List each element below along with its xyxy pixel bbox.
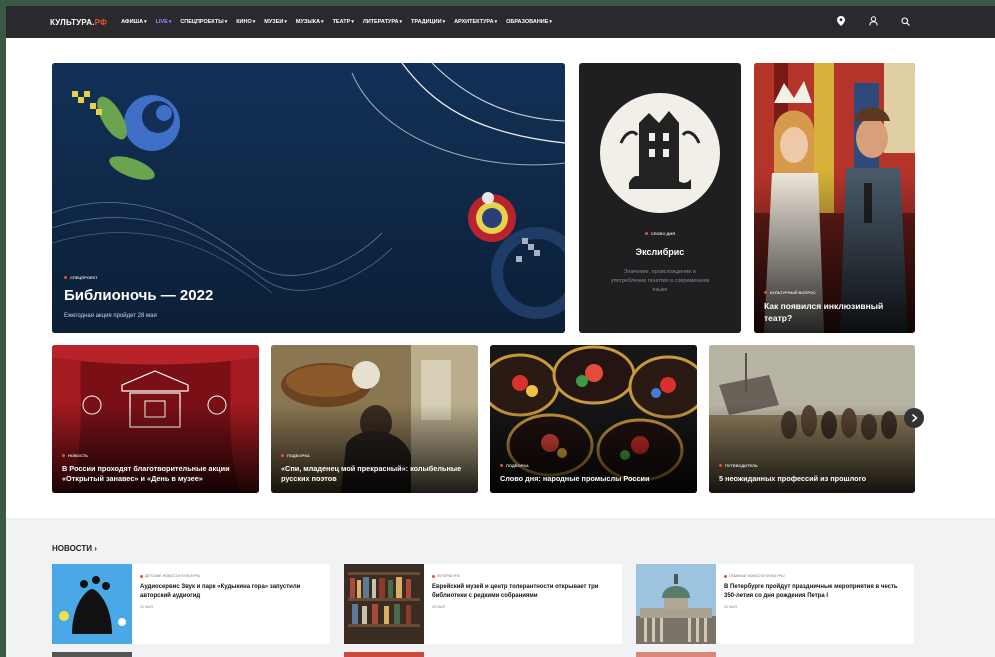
theatre-title: Как появился инклюзивный театр? bbox=[764, 301, 884, 323]
news-date: 25 мая bbox=[432, 605, 445, 609]
hero-card-biblionoch[interactable]: Спецпроект Библионочь — 2022 Ежегодная а… bbox=[52, 63, 565, 333]
news-section: НОВОСТИ › Детские новости культуры Аудио… bbox=[6, 518, 995, 657]
promysly-body: Подборка Слово дня: народные промыслы Ро… bbox=[500, 463, 687, 484]
news-thumb-cathedral bbox=[636, 564, 716, 644]
professii-tag: Путеводитель bbox=[719, 463, 905, 468]
word-of-day-card[interactable]: Слово дня Экслибрис Значение, происхожде… bbox=[579, 63, 741, 333]
carousel-next-button[interactable] bbox=[904, 408, 924, 428]
otkrytyj-body: Новость В России проходят благотворитель… bbox=[62, 453, 249, 484]
news-title: Аудиосервис Звук и парк «Кудыкина гора» … bbox=[140, 584, 301, 599]
news-text: Главные новости культуры В Петербурге пр… bbox=[716, 564, 914, 644]
kolybelnye-body: Подборка «Спи, младенец мой прекрасный»:… bbox=[281, 453, 468, 484]
nav-icons bbox=[836, 16, 910, 26]
hero-body: Спецпроект Библионочь — 2022 Ежегодная а… bbox=[64, 275, 555, 319]
news-date: 25 мая bbox=[724, 605, 737, 609]
word-tag: Слово дня bbox=[589, 231, 731, 236]
user-icon[interactable] bbox=[868, 16, 878, 26]
menu-item-kino[interactable]: КИНО▾ bbox=[236, 19, 255, 25]
main-menu: АФИША▾ LIVE▾ СПЕЦПРОЕКТЫ▾ КИНО▾ МУЗЕИ▾ М… bbox=[121, 19, 552, 25]
logo-main: КУЛЬТУРА. bbox=[50, 17, 95, 27]
card-professii[interactable]: Путеводитель 5 неожиданных профессий из … bbox=[709, 345, 915, 493]
promysly-tag: Подборка bbox=[500, 463, 687, 468]
next-row-thumb bbox=[52, 652, 132, 657]
menu-item-tradicii[interactable]: ТРАДИЦИИ▾ bbox=[411, 19, 445, 25]
news-date: 24 мая bbox=[140, 605, 153, 609]
news-tag: Литература bbox=[432, 574, 614, 578]
news-title: Еврейский музей и центр толерантности от… bbox=[432, 584, 599, 599]
news-title: В Петербурге пройдут праздничные меропри… bbox=[724, 584, 898, 599]
news-tag: Детские новости культуры bbox=[140, 574, 322, 578]
word-description: Значение, происхождение и употребление п… bbox=[610, 269, 710, 294]
top-navbar: КУЛЬТУРА.РФ АФИША▾ LIVE▾ СПЕЦПРОЕКТЫ▾ КИ… bbox=[6, 6, 995, 38]
exlibris-emblem bbox=[600, 93, 720, 213]
word-body: Слово дня Экслибрис Значение, происхожде… bbox=[589, 231, 731, 295]
menu-item-literatura[interactable]: ЛИТЕРАТУРА▾ bbox=[363, 19, 402, 25]
logo-suffix: РФ bbox=[94, 17, 108, 27]
professii-title: 5 неожиданных профессий из прошлого bbox=[719, 474, 867, 484]
news-thumb-audio bbox=[52, 564, 132, 644]
location-icon[interactable] bbox=[836, 16, 846, 26]
menu-item-arhitektura[interactable]: АРХИТЕКТУРА▾ bbox=[454, 19, 497, 25]
menu-item-teatr[interactable]: ТЕАТР▾ bbox=[333, 19, 354, 25]
news-item[interactable]: Главные новости культуры В Петербурге пр… bbox=[636, 564, 914, 644]
theatre-body: Культурный вопрос Как появился инклюзивн… bbox=[764, 290, 905, 324]
hero-tag: Спецпроект bbox=[64, 275, 555, 280]
theatre-tag: Культурный вопрос bbox=[764, 290, 905, 295]
next-row-thumb bbox=[636, 652, 716, 657]
otkrytyj-title: В России проходят благотворительные акци… bbox=[62, 464, 230, 484]
news-tag: Главные новости культуры bbox=[724, 574, 906, 578]
menu-item-live[interactable]: LIVE▾ bbox=[156, 19, 172, 25]
professii-body: Путеводитель 5 неожиданных профессий из … bbox=[719, 463, 905, 484]
menu-item-muzyka[interactable]: МУЗЫКА▾ bbox=[296, 19, 324, 25]
word-title: Экслибрис bbox=[635, 247, 685, 257]
hero-subtitle: Ежегодная акция пройдет 28 мая bbox=[64, 313, 157, 319]
news-thumb-library bbox=[344, 564, 424, 644]
otkrytyj-tag: Новость bbox=[62, 453, 249, 458]
kolybelnye-title: «Спи, младенец мой прекрасный»: колыбель… bbox=[281, 464, 462, 484]
hero-title: Библионочь — 2022 bbox=[64, 286, 214, 304]
card-kolybelnye[interactable]: Подборка «Спи, младенец мой прекрасный»:… bbox=[271, 345, 478, 493]
news-item[interactable]: Литература Еврейский музей и центр толер… bbox=[344, 564, 622, 644]
theatre-card[interactable]: Культурный вопрос Как появился инклюзивн… bbox=[754, 63, 915, 333]
news-text: Детские новости культуры Аудиосервис Зву… bbox=[132, 564, 330, 644]
chevron-right-icon bbox=[911, 414, 918, 422]
site-logo[interactable]: КУЛЬТУРА.РФ bbox=[50, 18, 107, 27]
news-heading-link[interactable]: НОВОСТИ › bbox=[52, 544, 97, 553]
news-item[interactable]: Детские новости культуры Аудиосервис Зву… bbox=[52, 564, 330, 644]
kolybelnye-tag: Подборка bbox=[281, 453, 468, 458]
search-icon[interactable] bbox=[900, 16, 910, 26]
promysly-title: Слово дня: народные промыслы России bbox=[500, 474, 650, 484]
next-row-thumb bbox=[344, 652, 424, 657]
menu-item-obrazovanie[interactable]: ОБРАЗОВАНИЕ▾ bbox=[506, 19, 552, 25]
menu-item-muzei[interactable]: МУЗЕИ▾ bbox=[264, 19, 287, 25]
page: КУЛЬТУРА.РФ АФИША▾ LIVE▾ СПЕЦПРОЕКТЫ▾ КИ… bbox=[6, 6, 995, 657]
menu-item-specprojects[interactable]: СПЕЦПРОЕКТЫ▾ bbox=[180, 19, 227, 25]
menu-item-afisha[interactable]: АФИША▾ bbox=[121, 19, 147, 25]
news-text: Литература Еврейский музей и центр толер… bbox=[424, 564, 622, 644]
card-promysly[interactable]: Подборка Слово дня: народные промыслы Ро… bbox=[490, 345, 697, 493]
chevron-right-icon: › bbox=[94, 544, 97, 553]
card-otkrytyj-zanaves[interactable]: Новость В России проходят благотворитель… bbox=[52, 345, 259, 493]
